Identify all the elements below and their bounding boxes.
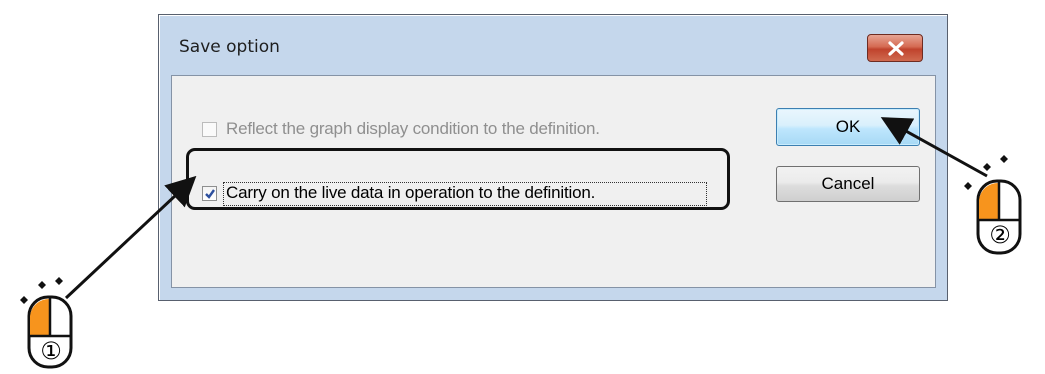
sparkle-icon <box>20 296 28 304</box>
step-1-label: ① <box>40 337 62 365</box>
arrow-to-ok <box>880 117 988 178</box>
step-2-label: ② <box>989 221 1011 249</box>
arrow-to-option <box>64 175 197 300</box>
annotation-overlay <box>20 117 1022 369</box>
